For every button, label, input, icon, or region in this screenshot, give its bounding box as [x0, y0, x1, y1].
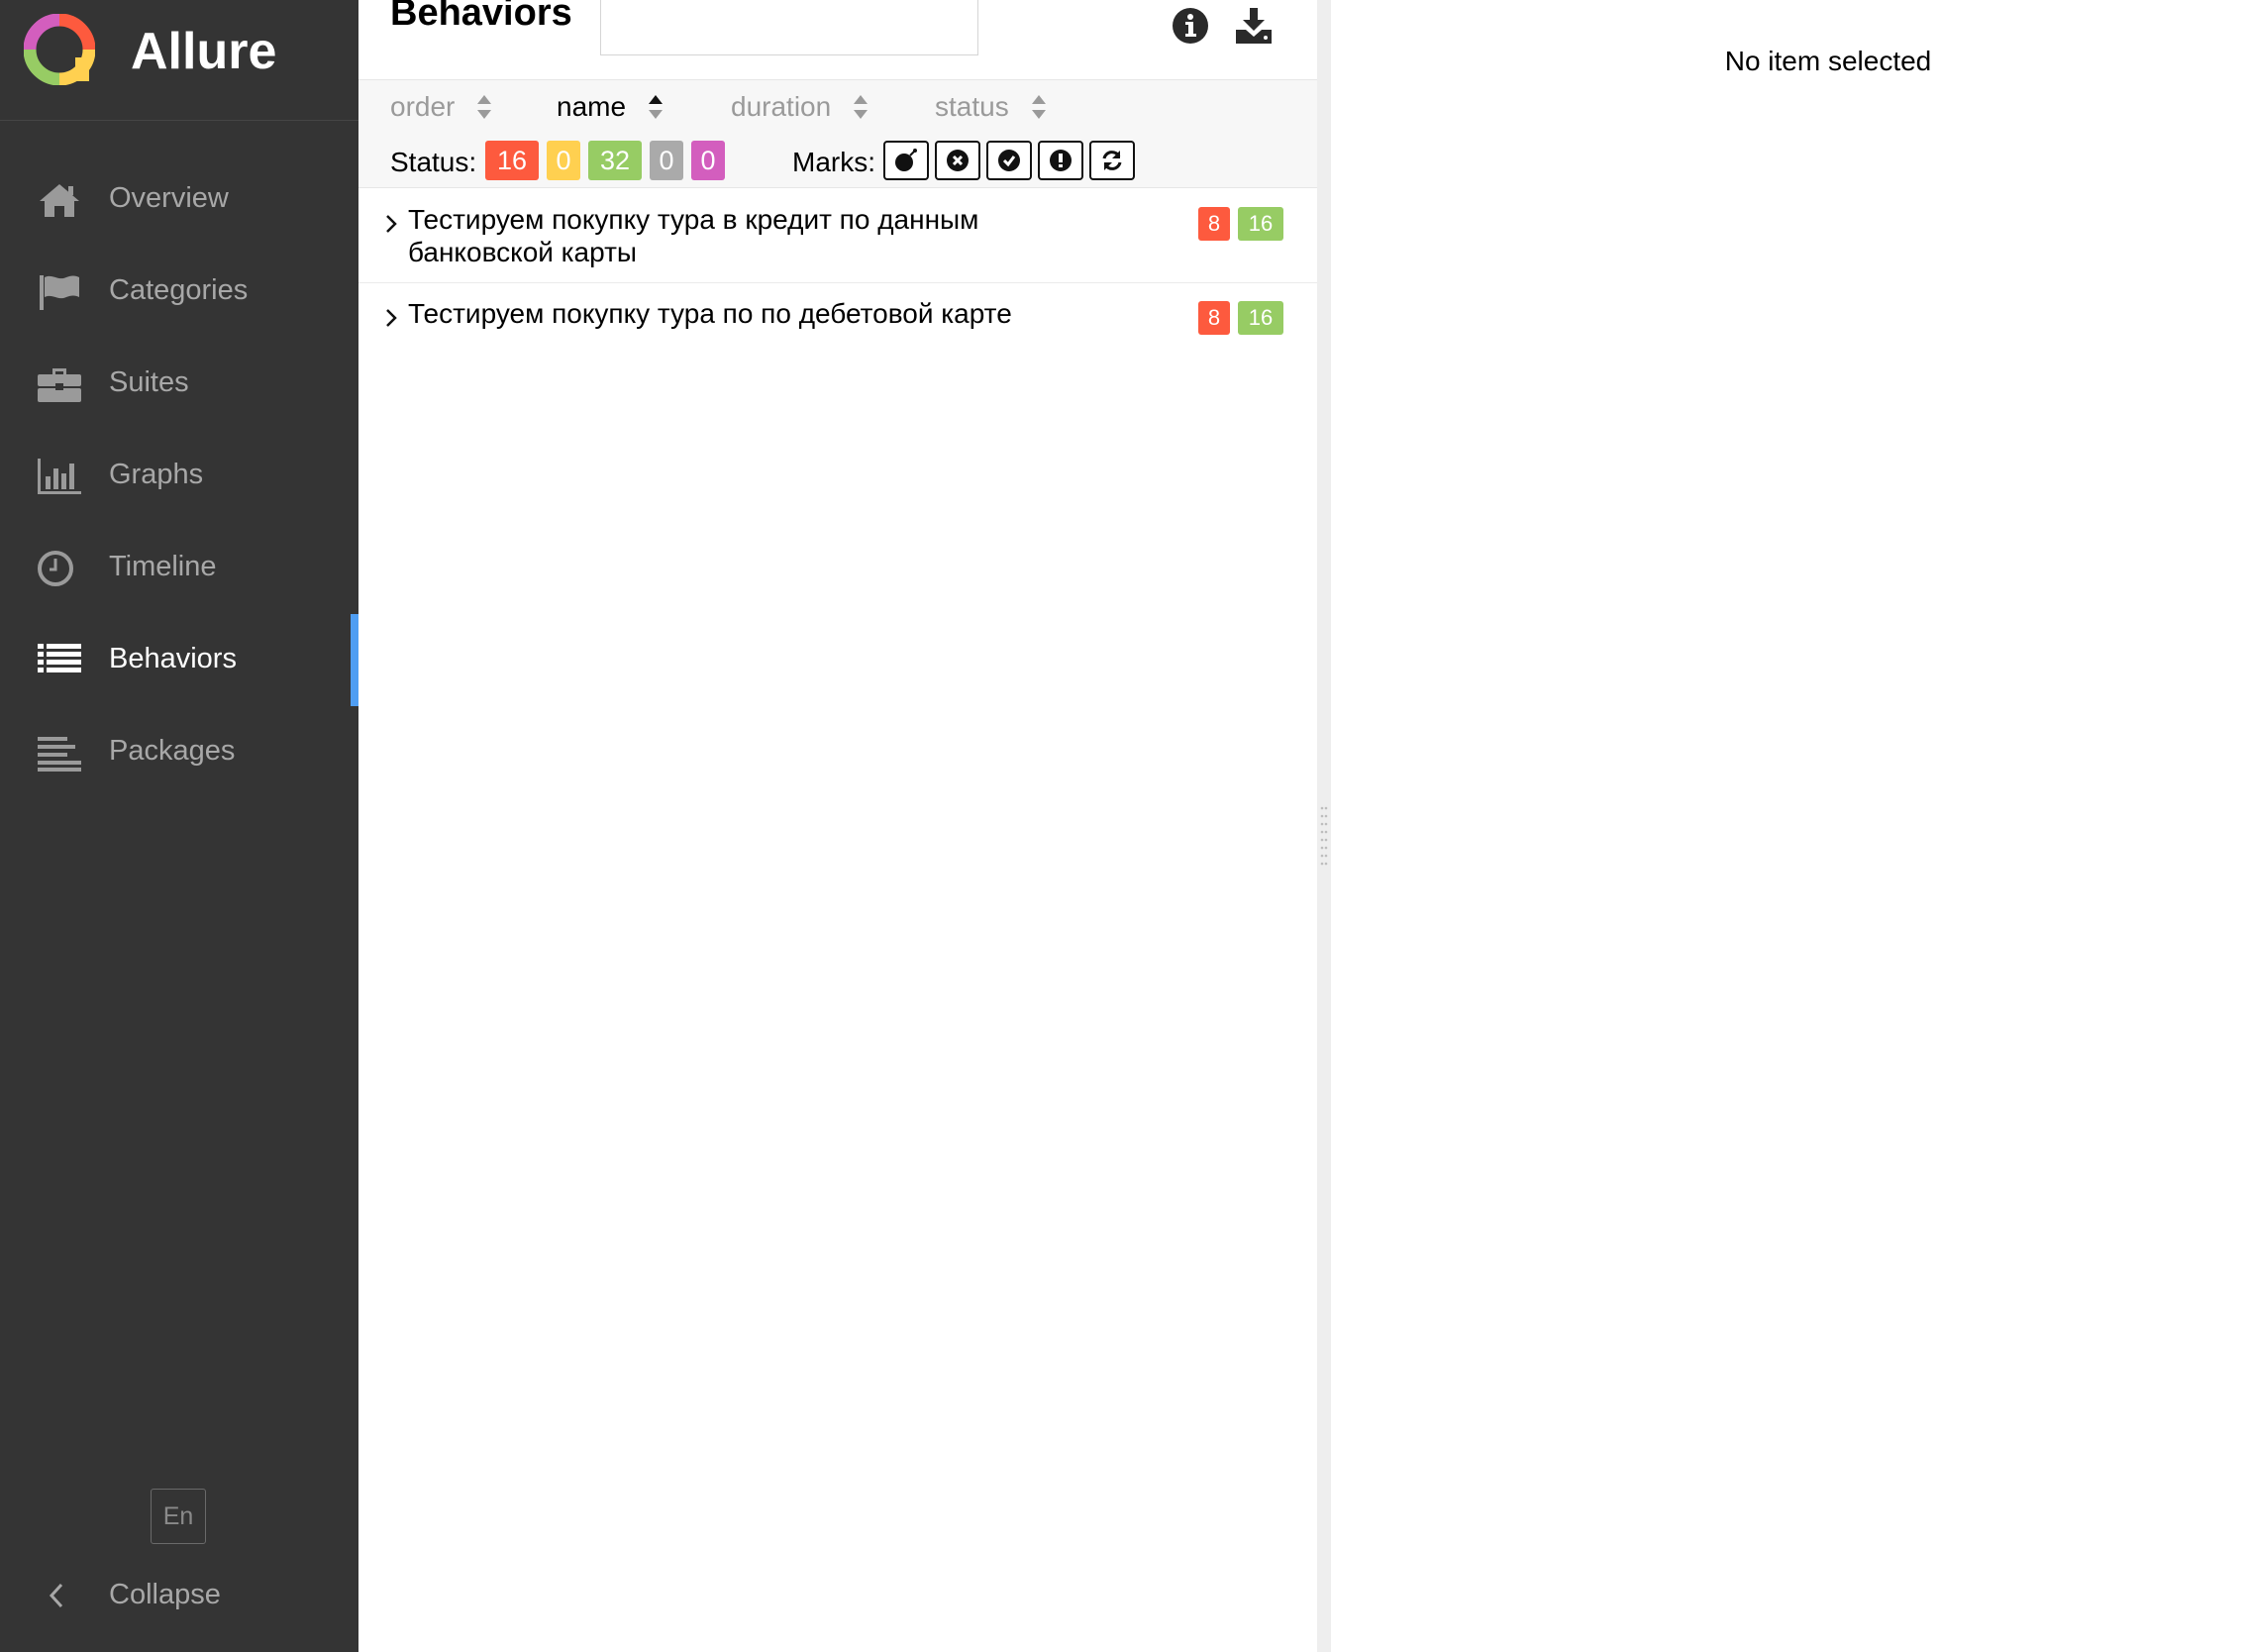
resize-handle[interactable] [1320, 804, 1328, 872]
sort-label: order [390, 91, 456, 122]
detail-pane: No item selected [1331, 0, 2248, 1652]
failed-count-badge: 8 [1198, 207, 1230, 241]
passed-count-badge: 16 [1238, 301, 1283, 335]
sidebar-item-label: Timeline [109, 551, 217, 582]
marks-filter-label: Marks: [792, 147, 875, 177]
download-icon[interactable] [1234, 6, 1274, 46]
collapse-label: Collapse [109, 1579, 221, 1610]
pane-splitter [1317, 0, 1331, 1652]
chevron-right-icon [386, 215, 397, 233]
app-name[interactable]: Allure [131, 22, 276, 81]
times-circle-icon [947, 150, 969, 171]
filter-bar: order name duration status Status: 16 0 … [358, 79, 1317, 188]
sidebar-item-overview[interactable]: Overview [0, 154, 358, 246]
clock-icon [38, 551, 73, 586]
list-icon [38, 644, 81, 672]
failed-count-badge: 8 [1198, 301, 1230, 335]
align-left-icon [38, 737, 81, 772]
mark-new-passed-toggle[interactable] [986, 141, 1032, 180]
sort-label: duration [731, 91, 832, 122]
status-filter-label: Status: [390, 147, 477, 177]
mark-flaky-toggle[interactable] [883, 141, 929, 180]
sort-desc-icon [649, 95, 664, 119]
exclamation-circle-icon [1050, 150, 1072, 171]
brand-header: Allure [0, 0, 358, 121]
sidebar: Allure Overview Categories Suites Graphs… [0, 0, 358, 1652]
status-unknown-toggle[interactable]: 0 [691, 141, 725, 180]
language-button[interactable]: En [151, 1489, 206, 1544]
chevron-right-icon [386, 309, 397, 327]
sidebar-item-behaviors[interactable]: Behaviors [0, 614, 358, 706]
chevron-left-icon [49, 1583, 63, 1608]
sidebar-item-suites[interactable]: Suites [0, 338, 358, 430]
tree-row-title: Тестируем покупку тура по по дебетовой к… [408, 298, 1012, 329]
sidebar-item-graphs[interactable]: Graphs [0, 430, 358, 522]
bar-chart-icon [38, 459, 81, 494]
sidebar-item-label: Suites [109, 366, 189, 398]
status-passed-toggle[interactable]: 32 [588, 141, 642, 180]
briefcase-icon [38, 368, 81, 402]
tree-row-title: Тестируем покупку тура в кредит по данны… [408, 204, 979, 267]
passed-count-badge: 16 [1238, 207, 1283, 241]
info-icon[interactable] [1171, 6, 1210, 46]
refresh-icon [1102, 151, 1122, 170]
active-indicator [351, 614, 358, 706]
sidebar-item-label: Graphs [109, 459, 204, 490]
sort-label: status [935, 91, 1009, 122]
status-skipped-toggle[interactable]: 0 [650, 141, 683, 180]
mark-new-failed-toggle[interactable] [935, 141, 980, 180]
sidebar-item-timeline[interactable]: Timeline [0, 522, 358, 614]
allure-logo[interactable] [24, 14, 95, 85]
flag-icon [40, 275, 79, 310]
sidebar-item-label: Overview [109, 182, 229, 214]
status-broken-toggle[interactable]: 0 [547, 141, 580, 180]
empty-state-text: No item selected [1724, 46, 1932, 76]
tree-row[interactable]: Тестируем покупку тура в кредит по данны… [358, 189, 1317, 283]
tree-pane: Behaviors order name duration status Sta… [358, 0, 1317, 1652]
sort-icon [1031, 95, 1046, 119]
sort-duration[interactable]: duration [731, 91, 869, 131]
sort-icon [477, 95, 492, 119]
sort-name[interactable]: name [557, 91, 664, 131]
sidebar-item-label: Packages [109, 735, 236, 767]
mark-new-broken-toggle[interactable] [1038, 141, 1083, 180]
home-icon [40, 184, 79, 217]
sort-order[interactable]: order [390, 91, 492, 131]
tree-row[interactable]: Тестируем покупку тура по по дебетовой к… [358, 283, 1317, 345]
sort-label: name [557, 91, 627, 122]
sidebar-item-categories[interactable]: Categories [0, 246, 358, 338]
check-circle-icon [998, 150, 1020, 171]
mark-retries-toggle[interactable] [1089, 141, 1135, 180]
sort-status[interactable]: status [935, 91, 1047, 131]
sidebar-item-label: Behaviors [109, 643, 237, 674]
bomb-icon [895, 149, 917, 171]
search-input[interactable] [600, 0, 978, 55]
sidebar-item-label: Categories [109, 274, 249, 306]
page-title: Behaviors [390, 0, 572, 34]
status-failed-toggle[interactable]: 16 [485, 141, 539, 180]
collapse-button[interactable]: Collapse [0, 1565, 358, 1624]
sort-icon [854, 95, 869, 119]
sidebar-item-packages[interactable]: Packages [0, 706, 358, 798]
